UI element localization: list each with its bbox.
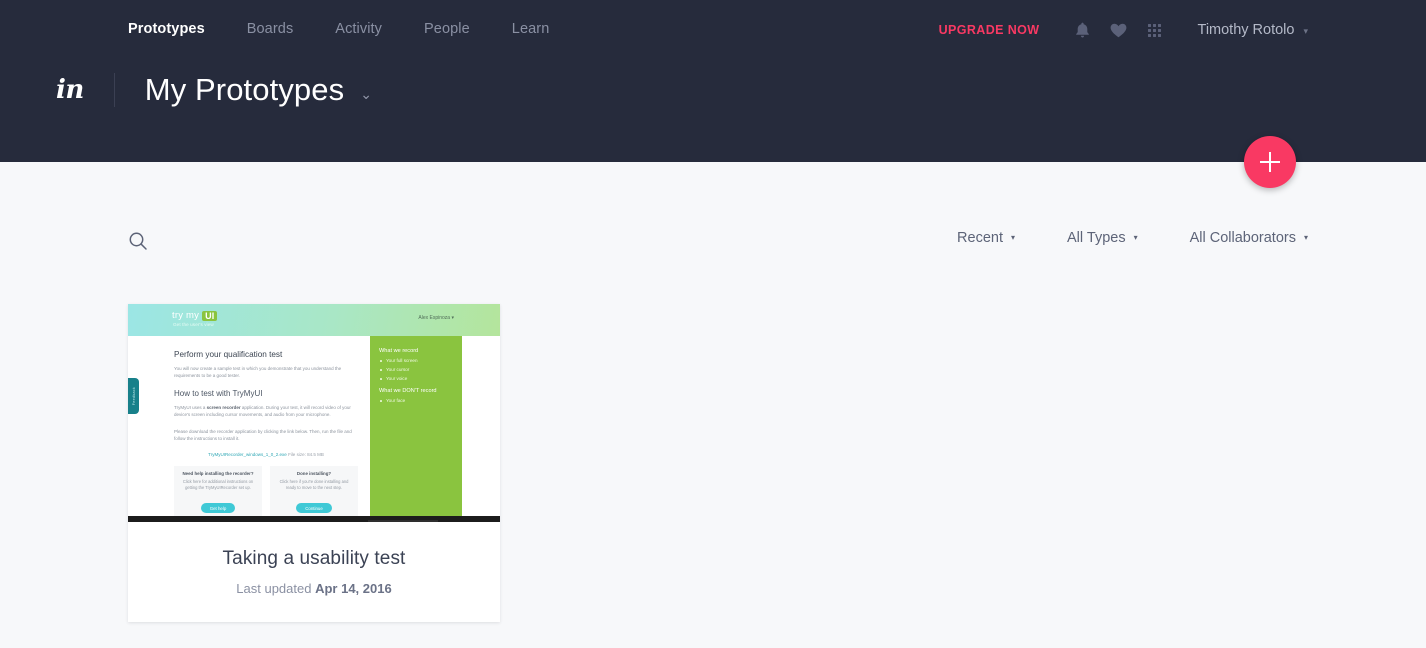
invision-logo[interactable]: in <box>56 75 114 105</box>
filter-dropdowns: Recent ▾ All Types ▾ All Collaborators ▾ <box>957 230 1308 246</box>
app-header: Prototypes Boards Activity People Learn … <box>0 0 1426 162</box>
thumbnail-record-panel: What we record Your full screen Your cur… <box>370 336 462 516</box>
record-item: Your voice <box>380 376 454 381</box>
prototype-updated-prefix: Last updated <box>236 581 312 596</box>
thumbnail-download-link: TryMyUIRecorder_windows_1_0_2.exe File s… <box>208 451 324 457</box>
record-item: Your full screen <box>380 358 454 363</box>
title-divider <box>113 73 115 107</box>
create-new-button[interactable] <box>1244 136 1296 188</box>
prototype-card[interactable]: try my UI Get the user's view Alex Espin… <box>128 304 500 622</box>
title-row: in My Prototypes ⌄ <box>56 72 372 108</box>
user-menu-label[interactable]: Timothy Rotolo <box>1198 22 1295 38</box>
no-record-item: Your face <box>380 398 454 403</box>
trymyui-logo: try my UI <box>172 310 218 321</box>
thumbnail-subheading: How to test with TryMyUI <box>174 388 263 398</box>
thumbnail-body: Feedback Perform your qualification test… <box>128 336 500 522</box>
chevron-down-icon[interactable]: ▾ <box>1303 26 1308 36</box>
thumbnail-intro-text: You will now create a sample test in whi… <box>174 366 342 379</box>
bell-icon[interactable] <box>1068 16 1098 44</box>
trymyui-logo-ui: UI <box>202 310 218 321</box>
collaborators-filter[interactable]: All Collaborators ▾ <box>1190 230 1308 246</box>
prototype-updated-date: Apr 14, 2016 <box>315 581 392 596</box>
thumbnail-help-boxes: Need help installing the recorder? Click… <box>174 465 358 522</box>
top-navigation-bar: Prototypes Boards Activity People Learn … <box>0 0 1426 58</box>
help-box-heading: Need help installing the recorder? <box>182 470 254 476</box>
record-heading: What we record <box>379 348 419 354</box>
nav-item-learn[interactable]: Learn <box>512 15 550 43</box>
done-box-text: Click here if you're done installing and… <box>279 478 349 491</box>
feedback-tab: Feedback <box>128 378 139 414</box>
help-box-text: Click here for additional instructions o… <box>182 478 254 491</box>
search-icon[interactable] <box>128 225 158 257</box>
feedback-tab-label: Feedback <box>131 386 136 406</box>
primary-nav: Prototypes Boards Activity People Learn <box>128 15 549 43</box>
thumbnail-account-label: Alex Espinoza ▾ <box>418 315 454 321</box>
thumbnail-site-header: try my UI Get the user's view Alex Espin… <box>128 304 500 336</box>
collaborators-filter-label: All Collaborators <box>1189 230 1296 246</box>
thumbnail-heading: Perform your qualification test <box>174 350 283 359</box>
thumbnail-paragraph-2: Please download the recorder application… <box>174 428 352 442</box>
done-box-heading: Done installing? <box>296 470 332 476</box>
prototype-title: Taking a usability test <box>222 548 406 569</box>
prototype-thumbnail: try my UI Get the user's view Alex Espin… <box>128 304 500 522</box>
nav-item-prototypes[interactable]: Prototypes <box>128 15 205 43</box>
plus-icon <box>1260 152 1280 172</box>
continue-button: Continue <box>296 503 332 514</box>
thumbnail-main-content: Perform your qualification test You will… <box>128 336 370 522</box>
sort-filter[interactable]: Recent ▾ <box>957 230 1015 246</box>
chevron-down-icon-sort: ▾ <box>1010 233 1015 242</box>
page-title: My Prototypes <box>144 72 345 107</box>
type-filter-label: All Types <box>1067 230 1126 246</box>
record-item: Your cursor <box>380 367 454 372</box>
nav-item-activity[interactable]: Activity <box>335 15 382 43</box>
apps-grid-icon[interactable] <box>1140 16 1170 44</box>
chevron-down-icon-collaborators: ▾ <box>1303 233 1308 242</box>
type-filter[interactable]: All Types ▾ <box>1067 230 1138 246</box>
prototype-card-body: Taking a usability test Last updated Apr… <box>128 522 500 596</box>
thumbnail-footer-bar <box>128 516 500 522</box>
heart-icon[interactable] <box>1104 16 1134 44</box>
chevron-down-icon-title[interactable]: ⌄ <box>360 87 372 101</box>
nav-item-boards[interactable]: Boards <box>247 15 294 43</box>
nav-item-people[interactable]: People <box>424 15 470 43</box>
apps-grid-glyph <box>1148 23 1161 37</box>
prototype-updated: Last updated Apr 14, 2016 <box>128 581 500 596</box>
chevron-down-icon-type: ▾ <box>1133 233 1138 242</box>
top-right-actions: UPGRADE NOW Timothy Rotolo ▾ <box>939 16 1308 44</box>
thumbnail-help-box: Need help installing the recorder? Click… <box>174 465 262 522</box>
trymyui-logo-try: try my <box>172 310 200 321</box>
get-help-button: Get help <box>200 503 236 514</box>
upgrade-now-link[interactable]: UPGRADE NOW <box>939 23 1040 37</box>
no-record-list: Your face <box>380 398 454 403</box>
thumbnail-paragraph-1: TryMyUI uses a screen recorder applicati… <box>174 404 351 418</box>
sort-filter-label: Recent <box>957 230 1003 246</box>
thumbnail-done-box: Done installing? Click here if you're do… <box>270 465 358 522</box>
filter-bar: Recent ▾ All Types ▾ All Collaborators ▾ <box>0 225 1426 261</box>
trymyui-tagline: Get the user's view <box>173 322 214 327</box>
no-record-heading: What we DON'T record <box>379 388 437 394</box>
record-list: Your full screen Your cursor Your voice <box>380 358 454 381</box>
